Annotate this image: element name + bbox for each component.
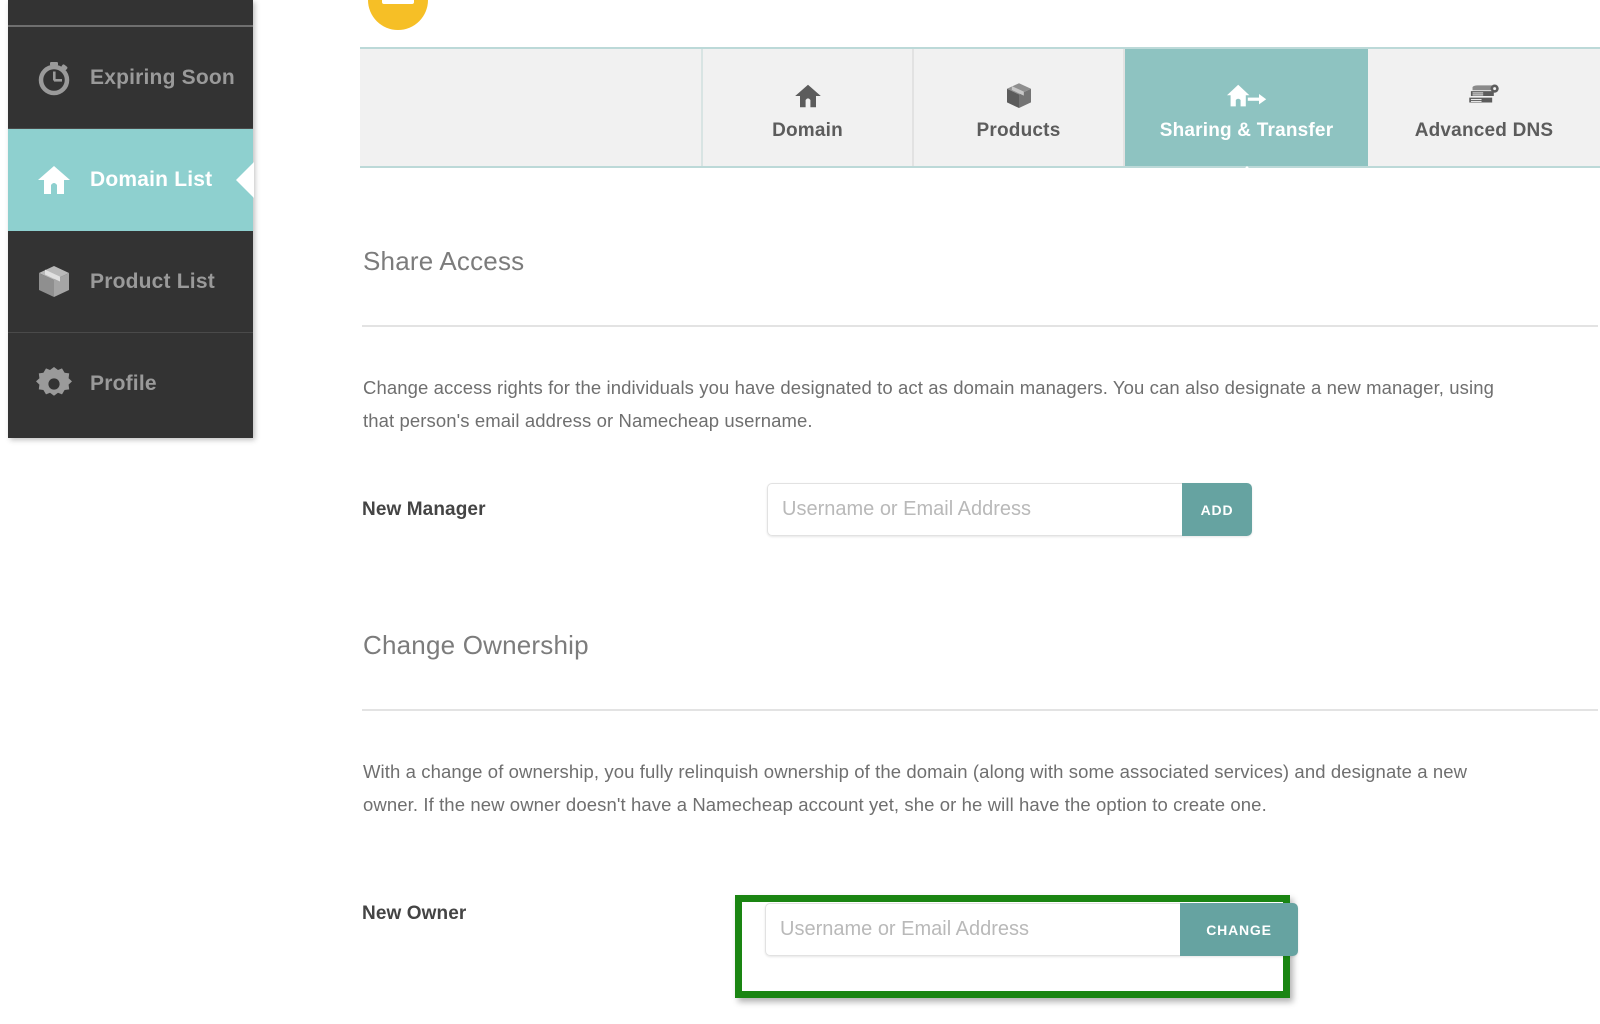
box-icon [32,260,76,304]
sidebar-item-label: Profile [90,372,157,395]
sidebar-item-expiring-soon[interactable]: Expiring Soon [8,27,253,129]
minus-glyph [382,0,414,4]
share-access-divider [362,325,1598,327]
change-ownership-description: With a change of ownership, you fully re… [363,761,1468,815]
tab-advanced-dns[interactable]: Advanced DNS [1368,49,1600,166]
new-manager-row: New Manager ADD [362,483,1600,536]
tab-domain[interactable]: Domain [703,49,914,166]
tab-sharing-and-transfer[interactable]: Sharing & Transfer [1125,49,1368,182]
server-gear-icon [1466,74,1502,112]
new-owner-input-group: CHANGE [765,903,1298,956]
change-ownership-title: Change Ownership [363,630,589,660]
tab-label: Products [976,119,1061,141]
domain-detail-tabs: Domain Products Sharing & Transfer Advan… [360,47,1600,182]
share-access-title: Share Access [363,246,525,276]
new-manager-input-group: ADD [767,483,1252,536]
house-arrow-icon [1226,74,1268,112]
house-icon [792,74,824,112]
box-icon [1003,74,1035,112]
sidebar-item-product-list[interactable]: Product List [8,231,253,333]
sidebar-item-label: Expiring Soon [90,65,235,89]
stopwatch-icon [32,56,76,100]
tab-products[interactable]: Products [914,49,1125,166]
sidebar-item-label: Domain List [90,167,213,191]
sidebar-item-label: Product List [90,269,215,293]
sidebar-item-profile[interactable]: Profile [8,333,253,435]
sidebar-item-domain-list[interactable]: Domain List [8,129,254,231]
gear-icon [32,362,76,406]
sidebar-nav: Expiring Soon Domain List Product List P… [8,0,254,438]
change-ownership-divider [362,709,1598,711]
new-manager-input[interactable] [767,483,1182,536]
share-access-description: Change access rights for the individuals… [363,377,1495,431]
sidebar-item-partial-top[interactable] [8,0,253,27]
change-owner-button[interactable]: CHANGE [1180,903,1298,956]
tab-label: Advanced DNS [1414,119,1554,141]
add-manager-button[interactable]: ADD [1182,483,1252,536]
new-owner-input[interactable] [765,903,1180,956]
house-icon [32,158,76,202]
new-owner-label: New Owner [362,903,467,924]
tab-label: Sharing & Transfer [1159,119,1334,141]
yellow-status-badge [368,0,428,30]
tab-label: Domain [772,119,843,141]
tab-spacer [360,49,703,166]
new-manager-label: New Manager [362,498,486,520]
